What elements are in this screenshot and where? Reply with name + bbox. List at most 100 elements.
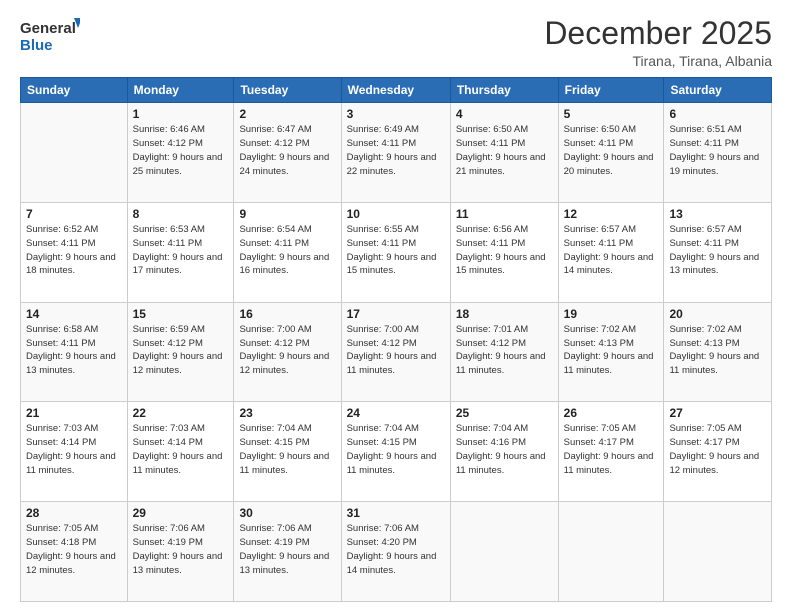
day-info: Sunrise: 6:47 AMSunset: 4:12 PMDaylight:… (239, 124, 329, 176)
week-row-1: 1 Sunrise: 6:46 AMSunset: 4:12 PMDayligh… (21, 103, 772, 203)
day-info: Sunrise: 7:05 AMSunset: 4:17 PMDaylight:… (564, 423, 654, 475)
day-number: 26 (564, 406, 659, 420)
day-number: 20 (669, 307, 766, 321)
day-number: 24 (347, 406, 445, 420)
day-number: 27 (669, 406, 766, 420)
calendar-cell: 20 Sunrise: 7:02 AMSunset: 4:13 PMDaylig… (664, 302, 772, 402)
day-info: Sunrise: 7:04 AMSunset: 4:15 PMDaylight:… (347, 423, 437, 475)
calendar-cell: 2 Sunrise: 6:47 AMSunset: 4:12 PMDayligh… (234, 103, 341, 203)
day-info: Sunrise: 7:06 AMSunset: 4:19 PMDaylight:… (239, 523, 329, 575)
day-number: 7 (26, 207, 122, 221)
day-info: Sunrise: 6:50 AMSunset: 4:11 PMDaylight:… (456, 124, 546, 176)
logo: General Blue (20, 16, 80, 60)
calendar-cell: 29 Sunrise: 7:06 AMSunset: 4:19 PMDaylig… (127, 502, 234, 602)
calendar-cell: 4 Sunrise: 6:50 AMSunset: 4:11 PMDayligh… (450, 103, 558, 203)
day-info: Sunrise: 6:49 AMSunset: 4:11 PMDaylight:… (347, 124, 437, 176)
day-info: Sunrise: 6:59 AMSunset: 4:12 PMDaylight:… (133, 324, 223, 376)
day-number: 25 (456, 406, 553, 420)
day-info: Sunrise: 6:46 AMSunset: 4:12 PMDaylight:… (133, 124, 223, 176)
day-info: Sunrise: 7:02 AMSunset: 4:13 PMDaylight:… (564, 324, 654, 376)
calendar-cell: 27 Sunrise: 7:05 AMSunset: 4:17 PMDaylig… (664, 402, 772, 502)
day-number: 15 (133, 307, 229, 321)
day-number: 23 (239, 406, 335, 420)
calendar-cell: 21 Sunrise: 7:03 AMSunset: 4:14 PMDaylig… (21, 402, 128, 502)
top-section: General Blue December 2025 Tirana, Tiran… (20, 16, 772, 69)
day-info: Sunrise: 7:04 AMSunset: 4:16 PMDaylight:… (456, 423, 546, 475)
calendar-cell: 28 Sunrise: 7:05 AMSunset: 4:18 PMDaylig… (21, 502, 128, 602)
day-info: Sunrise: 6:55 AMSunset: 4:11 PMDaylight:… (347, 224, 437, 276)
calendar-cell: 3 Sunrise: 6:49 AMSunset: 4:11 PMDayligh… (341, 103, 450, 203)
day-info: Sunrise: 6:57 AMSunset: 4:11 PMDaylight:… (564, 224, 654, 276)
calendar-body: 1 Sunrise: 6:46 AMSunset: 4:12 PMDayligh… (21, 103, 772, 602)
calendar-cell: 26 Sunrise: 7:05 AMSunset: 4:17 PMDaylig… (558, 402, 664, 502)
calendar-cell: 19 Sunrise: 7:02 AMSunset: 4:13 PMDaylig… (558, 302, 664, 402)
calendar-cell: 16 Sunrise: 7:00 AMSunset: 4:12 PMDaylig… (234, 302, 341, 402)
day-number: 3 (347, 107, 445, 121)
calendar-cell: 17 Sunrise: 7:00 AMSunset: 4:12 PMDaylig… (341, 302, 450, 402)
week-row-2: 7 Sunrise: 6:52 AMSunset: 4:11 PMDayligh… (21, 202, 772, 302)
calendar-cell (558, 502, 664, 602)
calendar-cell: 15 Sunrise: 6:59 AMSunset: 4:12 PMDaylig… (127, 302, 234, 402)
calendar-cell: 31 Sunrise: 7:06 AMSunset: 4:20 PMDaylig… (341, 502, 450, 602)
day-number: 19 (564, 307, 659, 321)
calendar-cell: 24 Sunrise: 7:04 AMSunset: 4:15 PMDaylig… (341, 402, 450, 502)
logo-svg: General Blue (20, 16, 80, 60)
calendar-cell: 30 Sunrise: 7:06 AMSunset: 4:19 PMDaylig… (234, 502, 341, 602)
day-info: Sunrise: 7:06 AMSunset: 4:19 PMDaylight:… (133, 523, 223, 575)
calendar-cell: 25 Sunrise: 7:04 AMSunset: 4:16 PMDaylig… (450, 402, 558, 502)
day-number: 17 (347, 307, 445, 321)
svg-text:Blue: Blue (20, 37, 53, 54)
day-number: 21 (26, 406, 122, 420)
day-info: Sunrise: 7:03 AMSunset: 4:14 PMDaylight:… (133, 423, 223, 475)
main-title: December 2025 (544, 16, 772, 51)
title-section: December 2025 Tirana, Tirana, Albania (544, 16, 772, 69)
weekday-header-saturday: Saturday (664, 78, 772, 103)
day-info: Sunrise: 6:53 AMSunset: 4:11 PMDaylight:… (133, 224, 223, 276)
calendar-cell: 5 Sunrise: 6:50 AMSunset: 4:11 PMDayligh… (558, 103, 664, 203)
svg-text:General: General (20, 20, 76, 37)
day-number: 11 (456, 207, 553, 221)
day-number: 16 (239, 307, 335, 321)
week-row-4: 21 Sunrise: 7:03 AMSunset: 4:14 PMDaylig… (21, 402, 772, 502)
calendar-cell (664, 502, 772, 602)
calendar-cell: 6 Sunrise: 6:51 AMSunset: 4:11 PMDayligh… (664, 103, 772, 203)
day-info: Sunrise: 6:52 AMSunset: 4:11 PMDaylight:… (26, 224, 116, 276)
calendar-cell: 23 Sunrise: 7:04 AMSunset: 4:15 PMDaylig… (234, 402, 341, 502)
week-row-3: 14 Sunrise: 6:58 AMSunset: 4:11 PMDaylig… (21, 302, 772, 402)
subtitle: Tirana, Tirana, Albania (544, 53, 772, 69)
day-number: 5 (564, 107, 659, 121)
day-number: 12 (564, 207, 659, 221)
day-number: 29 (133, 506, 229, 520)
week-row-5: 28 Sunrise: 7:05 AMSunset: 4:18 PMDaylig… (21, 502, 772, 602)
calendar-cell: 9 Sunrise: 6:54 AMSunset: 4:11 PMDayligh… (234, 202, 341, 302)
day-number: 30 (239, 506, 335, 520)
day-info: Sunrise: 6:58 AMSunset: 4:11 PMDaylight:… (26, 324, 116, 376)
calendar-cell: 18 Sunrise: 7:01 AMSunset: 4:12 PMDaylig… (450, 302, 558, 402)
day-info: Sunrise: 7:05 AMSunset: 4:18 PMDaylight:… (26, 523, 116, 575)
weekday-header-wednesday: Wednesday (341, 78, 450, 103)
calendar-cell: 1 Sunrise: 6:46 AMSunset: 4:12 PMDayligh… (127, 103, 234, 203)
day-info: Sunrise: 7:00 AMSunset: 4:12 PMDaylight:… (347, 324, 437, 376)
weekday-header-tuesday: Tuesday (234, 78, 341, 103)
calendar-cell: 11 Sunrise: 6:56 AMSunset: 4:11 PMDaylig… (450, 202, 558, 302)
day-info: Sunrise: 7:02 AMSunset: 4:13 PMDaylight:… (669, 324, 759, 376)
day-number: 13 (669, 207, 766, 221)
day-number: 8 (133, 207, 229, 221)
day-number: 6 (669, 107, 766, 121)
day-number: 1 (133, 107, 229, 121)
weekday-header-row: SundayMondayTuesdayWednesdayThursdayFrid… (21, 78, 772, 103)
day-number: 10 (347, 207, 445, 221)
weekday-header-monday: Monday (127, 78, 234, 103)
calendar-cell: 13 Sunrise: 6:57 AMSunset: 4:11 PMDaylig… (664, 202, 772, 302)
day-info: Sunrise: 6:51 AMSunset: 4:11 PMDaylight:… (669, 124, 759, 176)
weekday-header-friday: Friday (558, 78, 664, 103)
weekday-header-sunday: Sunday (21, 78, 128, 103)
day-number: 31 (347, 506, 445, 520)
day-number: 14 (26, 307, 122, 321)
day-info: Sunrise: 7:04 AMSunset: 4:15 PMDaylight:… (239, 423, 329, 475)
day-info: Sunrise: 7:05 AMSunset: 4:17 PMDaylight:… (669, 423, 759, 475)
day-info: Sunrise: 7:00 AMSunset: 4:12 PMDaylight:… (239, 324, 329, 376)
page: General Blue December 2025 Tirana, Tiran… (0, 0, 792, 612)
calendar-cell (21, 103, 128, 203)
day-number: 18 (456, 307, 553, 321)
